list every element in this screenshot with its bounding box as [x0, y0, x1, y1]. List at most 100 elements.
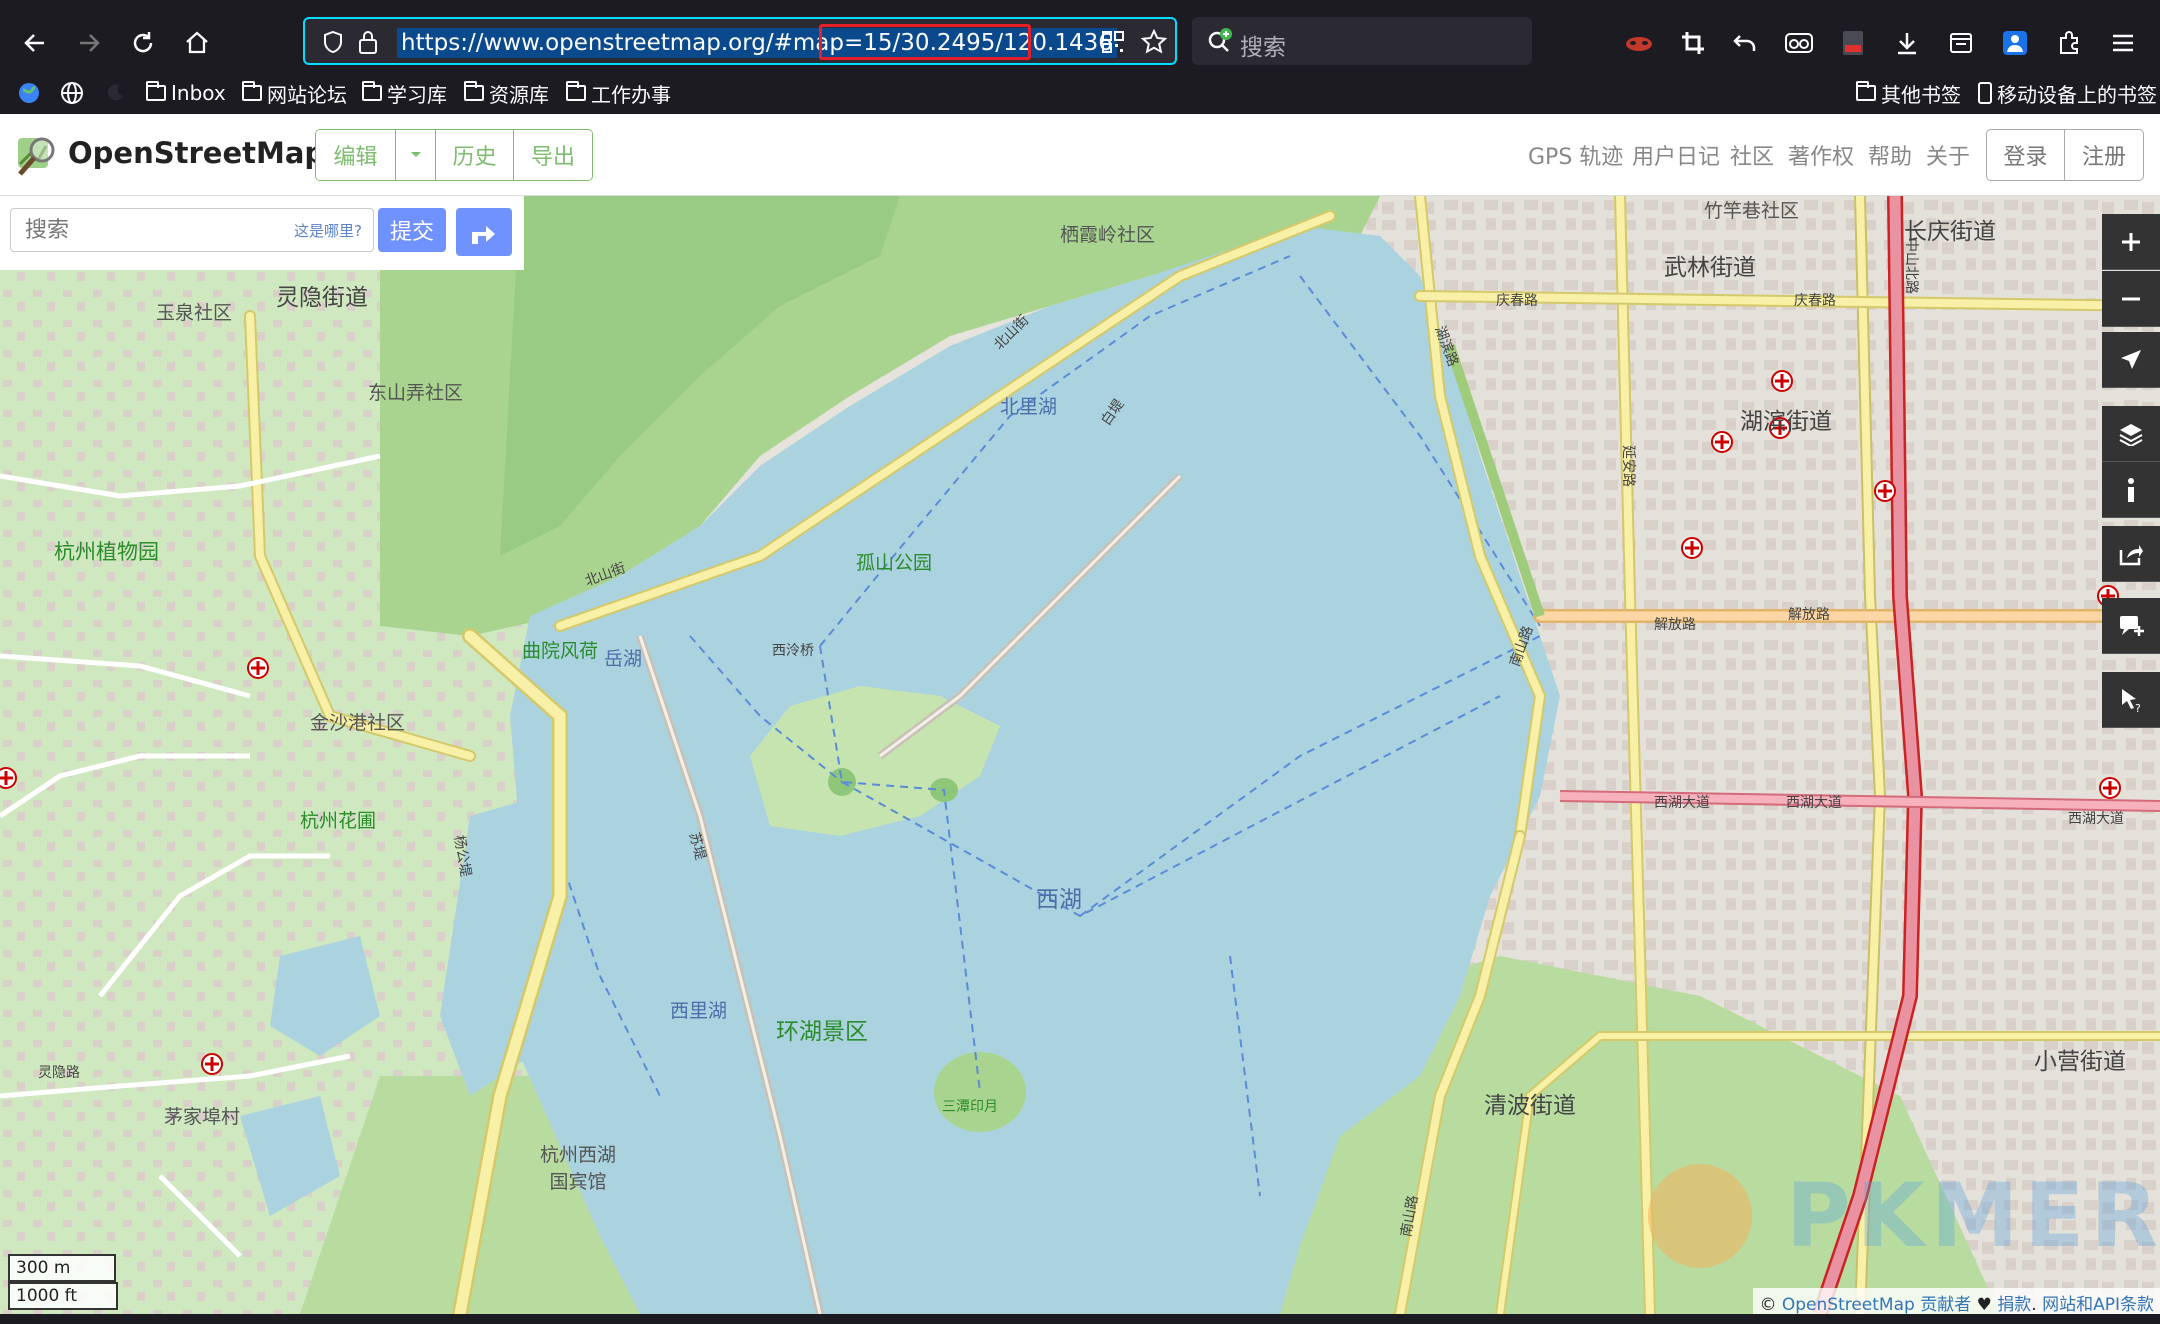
road-label-xihu-avenue: 西湖大道 [1654, 795, 1710, 811]
folder-icon [362, 81, 382, 101]
info-icon [2128, 477, 2134, 502]
map-key-button[interactable] [2102, 462, 2160, 518]
back-button[interactable] [12, 20, 58, 66]
edit-dropdown-button[interactable] [396, 130, 436, 180]
bookmark-other[interactable]: 其他书签 [1856, 78, 1961, 108]
address-bar[interactable]: https://www.openstreetmap.org/#map=15/30… [303, 17, 1177, 65]
map-label-hangzhou-garden: 杭州花圃 [300, 810, 377, 832]
map-label-yuquan: 玉泉社区 [156, 302, 233, 324]
nav-gps-traces[interactable]: GPS 轨迹 [1528, 139, 1623, 171]
moon-icon [107, 84, 123, 101]
bookmark-inbox[interactable]: Inbox [146, 78, 226, 108]
map-label-quyuan: 曲院风荷 [522, 640, 599, 662]
hamburger-icon [2113, 34, 2133, 52]
share-button[interactable] [2102, 526, 2160, 582]
history-button[interactable]: 历史 [436, 130, 514, 180]
terms-link[interactable]: 网站和API条款 [2042, 1295, 2154, 1314]
nav-user-diaries[interactable]: 用户日记 [1632, 139, 1720, 171]
nav-about[interactable]: 关于 [1926, 139, 1970, 171]
pdf-icon [1843, 31, 1863, 55]
nav-help[interactable]: 帮助 [1868, 139, 1912, 171]
nav-copyright[interactable]: 著作权 [1788, 139, 1854, 171]
bookmark-label: 学习库 [387, 82, 447, 107]
layers-icon [2119, 423, 2143, 446]
reader-glasses-button[interactable] [1776, 20, 1822, 66]
road-label-yanan: 延安路 [1620, 445, 1636, 487]
bookmark-resources[interactable]: 资源库 [464, 78, 549, 108]
shield-icon[interactable] [321, 30, 345, 54]
crop-button[interactable] [1670, 20, 1716, 66]
export-button[interactable]: 导出 [514, 130, 592, 180]
url-coords-highlight [819, 24, 1031, 60]
map-label-zhujia: 竹竿巷社区 [1704, 200, 1800, 222]
bookmark-study[interactable]: 学习库 [362, 78, 447, 108]
login-button[interactable]: 登录 [1987, 130, 2065, 180]
arrow-right-icon [80, 34, 100, 52]
map-label-gushan: 孤山公园 [856, 552, 933, 574]
zoom-out-button[interactable] [2102, 271, 2160, 327]
map-label-yue-lake: 岳湖 [604, 648, 643, 670]
reload-button[interactable] [120, 20, 166, 66]
road-label-xihu-avenue-3: 西湖大道 [2068, 811, 2124, 827]
query-features-button[interactable]: ? [2102, 672, 2160, 728]
star-icon[interactable] [1141, 29, 1167, 55]
osm-logo-icon[interactable] [14, 134, 58, 178]
layers-button[interactable] [2102, 406, 2160, 462]
folder-icon [566, 81, 586, 101]
osm-title[interactable]: OpenStreetMap [68, 136, 325, 170]
map-attribution: © OpenStreetMap 贡献者 ♥ 捐款. 网站和API条款 [1753, 1288, 2160, 1314]
lock-icon[interactable] [357, 29, 379, 55]
undo-button[interactable] [1722, 20, 1768, 66]
map-label-xixia: 栖霞岭社区 [1060, 224, 1156, 246]
forward-button[interactable] [66, 20, 112, 66]
map-label-botanical: 杭州植物园 [54, 540, 159, 564]
search-submit-button[interactable]: 提交 [378, 208, 446, 252]
bookmark-label: 网站论坛 [267, 82, 347, 107]
zoom-in-button[interactable] [2102, 214, 2160, 270]
extension-mask-button[interactable] [1616, 20, 1662, 66]
map-tiles [0, 196, 2160, 1314]
attribution-contributors-link[interactable]: OpenStreetMap 贡献者 [1782, 1295, 1971, 1314]
qr-code-icon[interactable] [1101, 30, 1125, 54]
bookmark-mobile[interactable]: 移动设备上的书签 [1978, 78, 2157, 108]
bookmark-label: 资源库 [489, 82, 549, 107]
map-label-hubin: 湖滨街道 [1740, 409, 1832, 435]
donate-link[interactable]: 捐款 [1997, 1295, 2031, 1314]
folder-icon [464, 81, 484, 101]
attribution-copyright: © [1759, 1295, 1782, 1314]
bookmark-moon[interactable] [104, 78, 126, 108]
download-button[interactable] [1884, 20, 1930, 66]
edit-button[interactable]: 编辑 [316, 130, 396, 180]
bookmark-globe-colored[interactable] [18, 78, 40, 108]
bookmark-globe[interactable] [60, 78, 84, 108]
locate-button[interactable] [2102, 332, 2160, 388]
bookmarks-bar: Inbox 网站论坛 学习库 资源库 工作办事 其他书签 移动设备上的书签 [0, 72, 2160, 114]
bookmark-forum[interactable]: 网站论坛 [242, 78, 347, 108]
signup-button[interactable]: 注册 [2065, 130, 2143, 180]
pdf-button[interactable] [1830, 20, 1876, 66]
search-engine-icon [1208, 28, 1232, 52]
undo-icon [1733, 35, 1756, 51]
browser-search-bar[interactable]: 搜索 [1192, 17, 1532, 65]
caret-down-icon [410, 152, 421, 157]
road-label-lingyin: 灵隐路 [38, 1065, 80, 1081]
directions-button[interactable] [456, 208, 512, 256]
home-button[interactable] [174, 20, 220, 66]
menu-button[interactable] [2100, 20, 2146, 66]
crop-icon [1682, 32, 1704, 54]
cursor-question-icon: ? [2122, 688, 2141, 713]
where-is-this-link[interactable]: 这是哪里? [294, 220, 362, 241]
add-note-button[interactable] [2102, 598, 2160, 654]
map-label-maojiabu: 茅家埠村 [164, 1106, 241, 1128]
bookmark-work[interactable]: 工作办事 [566, 78, 671, 108]
extensions-button[interactable] [2046, 20, 2092, 66]
nav-communities[interactable]: 社区 [1730, 139, 1774, 171]
map-label-santan: 三潭印月 [942, 1099, 998, 1115]
watermark-pkmer: PKMER [1786, 1164, 2160, 1267]
map-canvas[interactable]: 西湖 北里湖 西里湖 岳湖 孤山公园 环湖景区 三潭印月 曲院风荷 灵隐街道 玉… [0, 196, 2160, 1314]
svg-text:?: ? [2135, 702, 2141, 713]
reader-view-button[interactable] [1938, 20, 1984, 66]
attribution-heart: ♥ [1971, 1295, 1998, 1314]
window-icon [1950, 33, 1972, 53]
account-button[interactable] [1992, 20, 2038, 66]
